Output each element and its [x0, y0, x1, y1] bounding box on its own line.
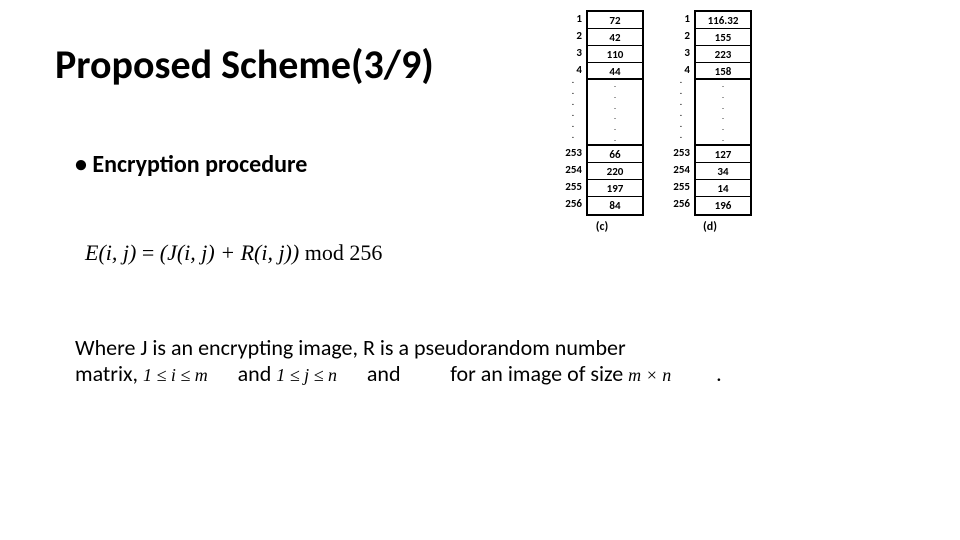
- table-d-value-col: 116.32 155 223 158 ...... 127 34 14 196: [694, 10, 752, 216]
- idx-dots: .: [668, 133, 694, 144]
- idx-cell: 255: [560, 178, 586, 195]
- slide-title: Proposed Scheme(3/9): [55, 40, 434, 89]
- equation: E(i, j) = (J(i, j) + R(i, j)) mod 256: [85, 240, 382, 266]
- idx-cell: 256: [668, 195, 694, 212]
- val-cell: 155: [696, 29, 750, 46]
- val-cell: 34: [696, 163, 750, 180]
- val-cell: 127: [696, 146, 750, 163]
- table-c-caption: (c): [596, 220, 609, 234]
- table-d-index-col: 1 2 3 4 . . . . . . 253 254 255 256: [668, 10, 694, 216]
- cond-i: 1 ≤ i ≤ m: [143, 365, 208, 385]
- table-d: 1 2 3 4 . . . . . . 253 254 255 256 116.…: [668, 10, 752, 234]
- table-c-value-col: 72 42 110 44 ...... 66 220 197 84: [586, 10, 644, 216]
- idx-cell: 2: [560, 27, 586, 44]
- val-cell: 42: [588, 29, 642, 46]
- val-cell: 220: [588, 163, 642, 180]
- val-cell: 196: [696, 197, 750, 214]
- idx-cell: 1: [560, 10, 586, 27]
- val-cell: 197: [588, 180, 642, 197]
- val-cell: 223: [696, 46, 750, 63]
- idx-cell: 253: [560, 144, 586, 161]
- idx-dots: .: [560, 133, 586, 144]
- table-c-index-col: 1 2 3 4 . . . . . . 253 254 255 256: [560, 10, 586, 216]
- para-line1: Where J is an encrypting image, R is a p…: [75, 334, 626, 361]
- idx-cell: 2: [668, 27, 694, 44]
- val-cell: 84: [588, 197, 642, 214]
- val-dots: ......: [588, 80, 642, 146]
- idx-cell: 253: [668, 144, 694, 161]
- eq-mod: mod: [305, 240, 350, 265]
- description-paragraph: Where J is an encrypting image, R is a p…: [75, 335, 895, 388]
- val-dots: ......: [696, 80, 750, 146]
- para-period: .: [716, 360, 722, 387]
- eq-modval: 256: [349, 240, 382, 265]
- para-and1: and: [238, 360, 272, 387]
- idx-cell: 256: [560, 195, 586, 212]
- val-cell: 116.32: [696, 12, 750, 29]
- eq-lhs: E(i, j): [85, 240, 136, 265]
- idx-cell: 254: [668, 161, 694, 178]
- size-mn: m × n: [628, 365, 671, 385]
- val-cell: 66: [588, 146, 642, 163]
- table-c: 1 2 3 4 . . . . . . 253 254 255 256 72 4…: [560, 10, 644, 234]
- table-d-caption: (d): [703, 220, 717, 234]
- bullet-heading: Encryption procedure: [75, 150, 307, 179]
- eq-rhs1: (J(i, j) + R(i, j)): [160, 240, 299, 265]
- para-matrix: matrix,: [75, 360, 138, 387]
- cond-j: 1 ≤ j ≤ n: [276, 365, 337, 385]
- idx-cell: 1: [668, 10, 694, 27]
- val-cell: 14: [696, 180, 750, 197]
- val-cell: 44: [588, 63, 642, 80]
- idx-cell: 254: [560, 161, 586, 178]
- val-cell: 72: [588, 12, 642, 29]
- idx-cell: 3: [668, 44, 694, 61]
- tables-area: 1 2 3 4 . . . . . . 253 254 255 256 72 4…: [560, 10, 752, 234]
- para-forimg: for an image of size: [450, 360, 623, 387]
- para-and2: and: [367, 360, 401, 387]
- eq-equals: =: [142, 240, 160, 265]
- val-cell: 110: [588, 46, 642, 63]
- idx-cell: 255: [668, 178, 694, 195]
- val-cell: 158: [696, 63, 750, 80]
- idx-cell: 3: [560, 44, 586, 61]
